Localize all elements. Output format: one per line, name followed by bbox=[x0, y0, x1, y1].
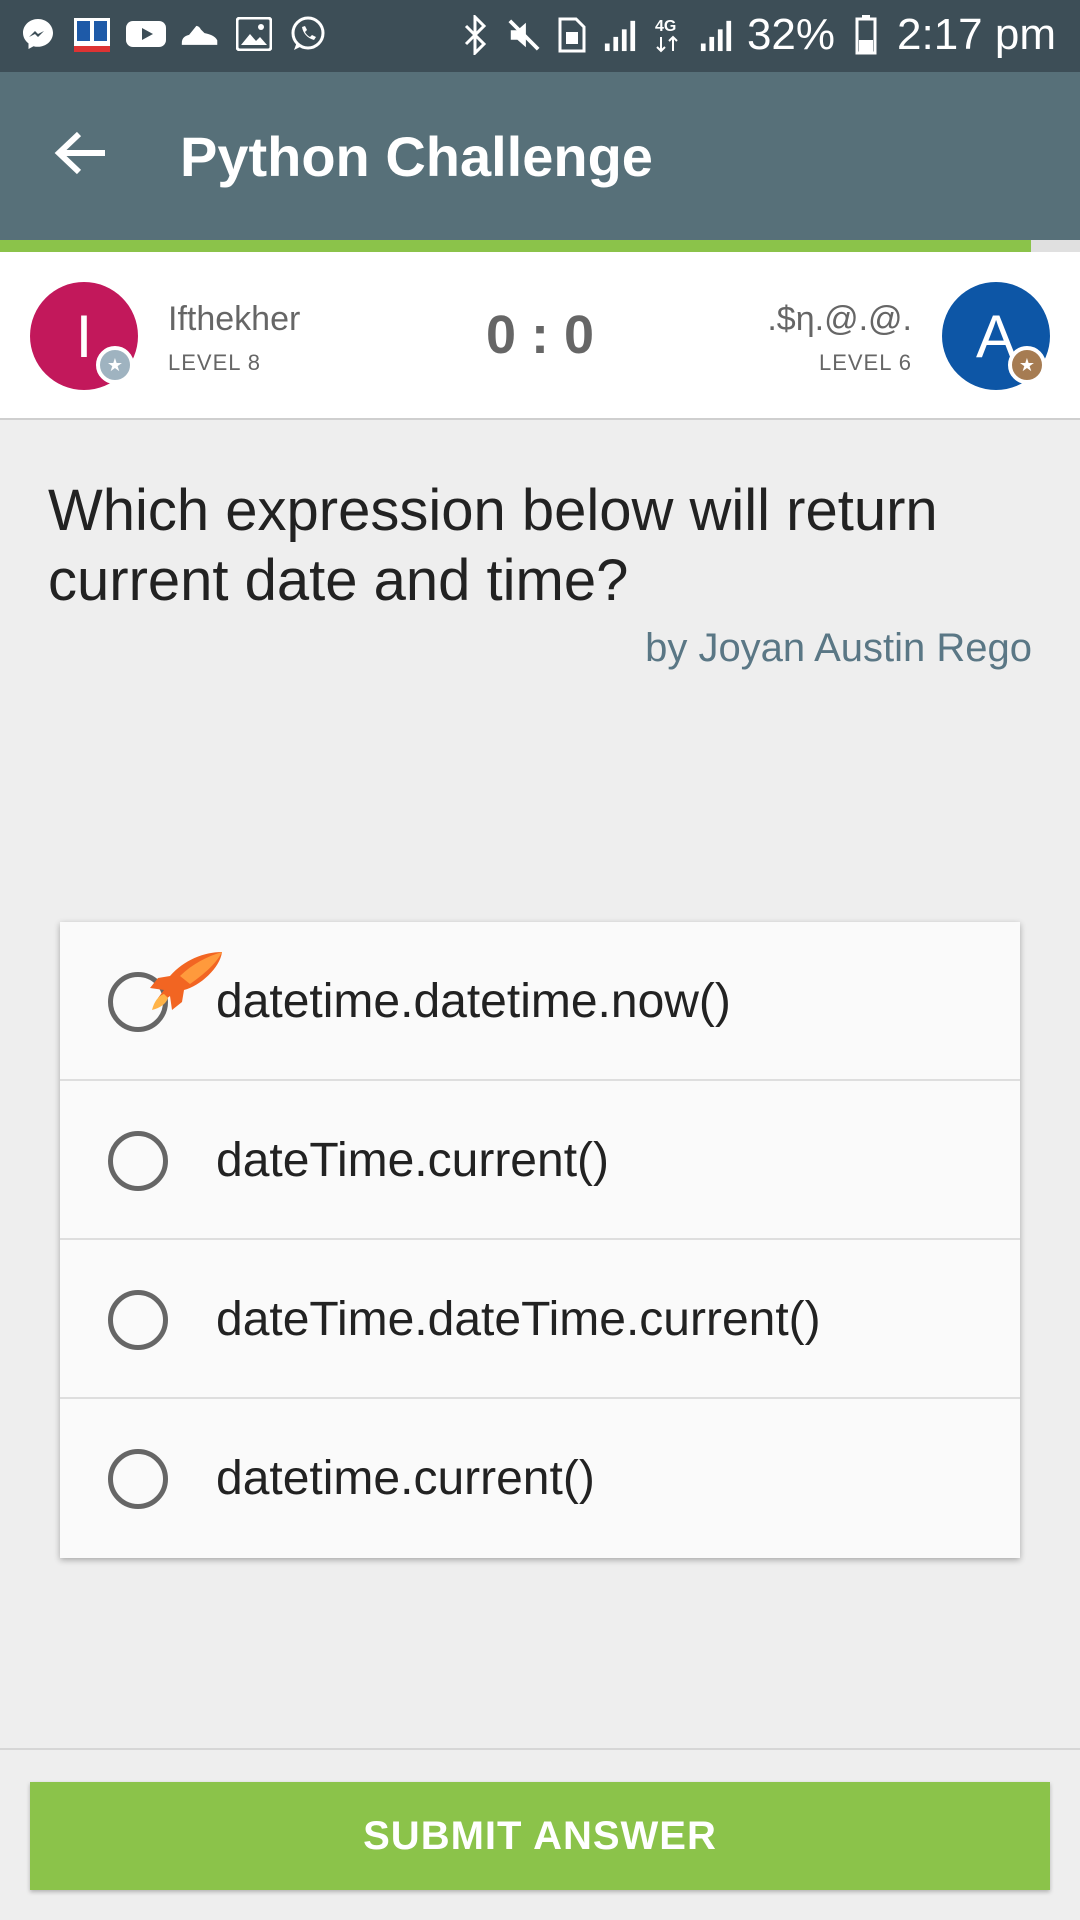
answer-option-label: dateTime.dateTime.current() bbox=[216, 1293, 821, 1346]
answer-options: datetime.datetime.now() dateTime.current… bbox=[60, 922, 1020, 1558]
notification-icons bbox=[18, 14, 328, 54]
mute-icon bbox=[507, 13, 541, 57]
4g-icon: 4G bbox=[651, 13, 685, 57]
status-bar: 4G 32% 2:17 pm bbox=[0, 0, 1080, 72]
answer-option[interactable]: datetime.datetime.now() bbox=[60, 922, 1020, 1081]
question-text: Which expression below will return curre… bbox=[48, 478, 938, 613]
back-button[interactable] bbox=[46, 118, 116, 188]
submit-answer-button[interactable]: SUBMIT ANSWER bbox=[30, 1782, 1050, 1890]
answer-option[interactable]: dateTime.dateTime.current() bbox=[60, 1240, 1020, 1399]
question-author: by Joyan Austin Rego bbox=[645, 626, 1032, 670]
answer-option-label: datetime.current() bbox=[216, 1452, 595, 1505]
question-progress-bar bbox=[0, 240, 1080, 252]
opponent-level: LEVEL 6 bbox=[818, 350, 912, 375]
svg-text:4G: 4G bbox=[655, 18, 676, 35]
avatar-initial: I bbox=[75, 302, 93, 370]
progress-fill bbox=[0, 240, 1032, 252]
radio-button[interactable] bbox=[108, 1449, 168, 1509]
answer-option-label: datetime.datetime.now() bbox=[216, 975, 731, 1028]
dictionary-app-icon bbox=[72, 14, 112, 54]
page-title: Python Challenge bbox=[180, 125, 653, 188]
star-badge-icon: ★ bbox=[96, 346, 134, 384]
clock: 2:17 pm bbox=[897, 10, 1056, 59]
answer-option[interactable]: datetime.current() bbox=[60, 1399, 1020, 1558]
player-name: Ifthekher bbox=[168, 300, 301, 338]
radio-button[interactable] bbox=[108, 1131, 168, 1191]
battery-icon bbox=[849, 13, 883, 57]
youtube-icon bbox=[126, 14, 166, 54]
messenger-icon bbox=[18, 14, 58, 54]
app-bar: Python Challenge bbox=[0, 72, 1080, 240]
signal-icon bbox=[603, 13, 637, 57]
answer-option[interactable]: dateTime.current() bbox=[60, 1081, 1020, 1240]
system-status: 4G 32% 2:17 pm bbox=[459, 10, 1056, 60]
score: 0 : 0 bbox=[485, 305, 595, 365]
player-level: LEVEL 8 bbox=[168, 350, 262, 375]
divider bbox=[0, 1748, 1080, 1750]
signal-icon bbox=[699, 13, 733, 57]
arrow-left-icon bbox=[54, 131, 105, 175]
sneaker-icon bbox=[180, 14, 220, 54]
star-badge-icon: ★ bbox=[1008, 346, 1046, 384]
sim-icon bbox=[555, 13, 589, 57]
rocket-icon bbox=[150, 952, 222, 1010]
battery-percent: 32% bbox=[746, 10, 836, 59]
answer-option-label: dateTime.current() bbox=[216, 1134, 609, 1187]
match-header: I ★ Ifthekher LEVEL 8 0 : 0 .$η.@.@. LEV… bbox=[0, 252, 1080, 420]
bluetooth-icon bbox=[459, 13, 493, 57]
gallery-icon bbox=[234, 14, 274, 54]
radio-button[interactable] bbox=[108, 1290, 168, 1350]
opponent-name: .$η.@.@. bbox=[767, 300, 912, 338]
whatsapp-icon bbox=[288, 14, 328, 54]
